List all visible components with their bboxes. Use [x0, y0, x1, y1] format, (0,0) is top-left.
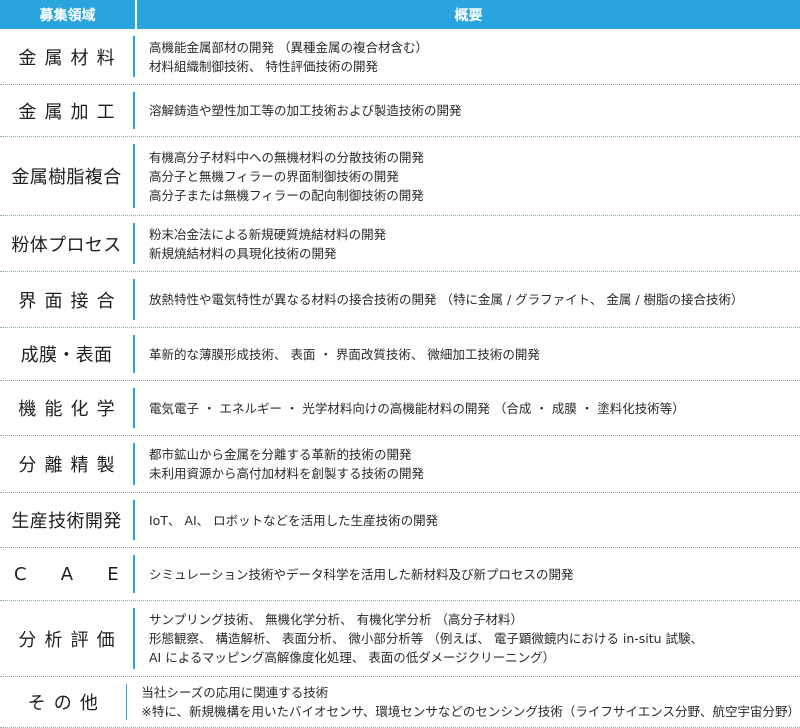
table-row: 金属材料 高機能金属部材の開発 （異種金属の複合材含む） 材料組織制御技術、 特性評… — [0, 29, 800, 85]
table-row: その他 当社シーズの応用に関連する技術 ※特に、新規機構を用いたバイオセンサ、環境セ… — [0, 677, 800, 728]
field-description: シミュレーション技術やデータ科学を活用した新材料及び新プロセスの開発 — [135, 548, 800, 600]
field-name-char: A — [60, 563, 74, 585]
field-description: 高機能金属部材の開発 （異種金属の複合材含む） 材料組織制御技術、 特性評価技術の… — [135, 29, 800, 84]
description-line: AI によるマッピング高解像度化処理、 表面の低ダメージクリーニング） — [149, 650, 556, 665]
header-desc-label: 概要 — [454, 7, 483, 24]
description-line: 溶解鋳造や塑性加工等の加工技術および製造技術の開発 — [149, 103, 462, 118]
description-line: IoT、 AI、 ロボットなどを活用した生産技術の開発 — [149, 512, 439, 528]
field-name-char: C — [14, 563, 27, 585]
field-description: 粉末冶金法による新規硬質焼結材料の開発 新規焼結材料の具現化技術の開発 — [135, 216, 800, 271]
field-name: 成膜・表面 — [20, 345, 113, 366]
field-description: サンプリング技術、 無機化学分析、 有機化学分析 （高分子材料） 形態観察、 構造… — [135, 601, 800, 676]
table-row: C A E シミュレーション技術やデータ科学を活用した新材料及び新プロセスの開発 — [0, 548, 800, 601]
description-line: 粉末冶金法による新規硬質焼結材料の開発 — [149, 226, 387, 242]
field-name: CAE — [0, 548, 133, 600]
table-header: 募集領域 概要 — [0, 0, 800, 29]
field-name: 分析評価 — [18, 629, 123, 651]
description-line: ※特に、新規機構を用いたバイオセンサ、環境センサなどのセンシング技術（ライフサイ… — [141, 704, 800, 719]
description-line: シミュレーション技術やデータ科学を活用した新材料及び新プロセスの開発 — [149, 566, 574, 582]
field-description: 革新的な薄膜形成技術、 表面 ・ 界面改質技術、 微細加工技術の開発 — [135, 328, 800, 380]
table-row: 界面接合 放熱特性や電気特性が異なる材料の接合技術の開発 （特に金属 / グラファ… — [0, 272, 800, 328]
field-name: その他 — [27, 693, 106, 714]
table-row: 生産技術開発 IoT、 AI、 ロボットなどを活用した生産技術の開発 — [0, 493, 800, 548]
table-row: 分析評価 サンプリング技術、 無機化学分析、 有機化学分析 （高分子材料） 形態観察… — [0, 601, 800, 677]
header-field-label: 募集領域 — [39, 7, 96, 24]
field-description: 電気電子 ・ エネルギー ・ 光学材料向けの高機能材料の開発 （合成 ・ 成膜 … — [135, 381, 800, 435]
description-line: 未利用資源から高付加材料を創製する技術の開発 — [149, 466, 425, 481]
field-name: 機能化学 — [18, 399, 123, 420]
description-line: 形態観察、 構造解析、 表面分析、 微小部分析等 （例えば、 電子顕微鏡内におけ… — [149, 631, 704, 646]
description-line: 高分子と無機フィラーの界面制御技術の開発 — [149, 168, 399, 184]
description-line: 材料組織制御技術、 特性評価技術の開発 — [149, 58, 378, 74]
table-row: 金属加工 溶解鋳造や塑性加工等の加工技術および製造技術の開発 — [0, 85, 800, 137]
field-description: 放熱特性や電気特性が異なる材料の接合技術の開発 （特に金属 / グラファイト、 … — [135, 272, 800, 327]
field-name: 金属加工 — [18, 101, 123, 123]
table-row: 金属樹脂複合 有機高分子材料中への無機材料の分散技術の開発 高分子と無機フィラーの界… — [0, 137, 800, 216]
table-row: 機能化学 電気電子 ・ エネルギー ・ 光学材料向けの高機能材料の開発 （合成 ・… — [0, 381, 800, 436]
field-name: 分離精製 — [18, 455, 123, 476]
description-line: 高機能金属部材の開発 （異種金属の複合材含む） — [149, 39, 428, 55]
field-description: 都市鉱山から金属を分離する革新的技術の開発 未利用資源から高付加材料を創製する技術… — [135, 436, 800, 492]
description-line: 新規焼結材料の具現化技術の開発 — [149, 245, 337, 261]
table-row: 成膜・表面 革新的な薄膜形成技術、 表面 ・ 界面改質技術、 微細加工技術の開発 — [0, 328, 800, 381]
description-line: サンプリング技術、 無機化学分析、 有機化学分析 （高分子材料） — [149, 612, 524, 627]
description-line: 高分子または無機フィラーの配向制御技術の開発 — [149, 187, 424, 203]
table-row: 分離精製 都市鉱山から金属を分離する革新的技術の開発 未利用資源から高付加材料を創製… — [0, 436, 800, 493]
field-name-char: E — [107, 563, 119, 585]
description-line: 放熱特性や電気特性が異なる材料の接合技術の開発 （特に金属 / グラファイト、 … — [149, 292, 744, 307]
table-row: 粉体プロセス 粉末冶金法による新規硬質焼結材料の開発 新規焼結材料の具現化技術の開発 — [0, 216, 800, 272]
field-name: 界面接合 — [18, 290, 123, 312]
description-line: 有機高分子材料中への無機材料の分散技術の開発 — [149, 149, 425, 165]
field-description: 溶解鋳造や塑性加工等の加工技術および製造技術の開発 — [135, 85, 800, 136]
description-line: 都市鉱山から金属を分離する革新的技術の開発 — [149, 447, 412, 462]
recruitment-table: 募集領域 概要 金属材料 高機能金属部材の開発 （異種金属の複合材含む） 材料組織制… — [0, 0, 800, 728]
field-description: 当社シーズの応用に関連する技術 ※特に、新規機構を用いたバイオセンサ、環境センサな… — [127, 677, 800, 727]
field-name: 金属材料 — [18, 47, 123, 69]
table-body: 金属材料 高機能金属部材の開発 （異種金属の複合材含む） 材料組織制御技術、 特性評… — [0, 29, 800, 728]
description-line: 電気電子 ・ エネルギー ・ 光学材料向けの高機能材料の開発 （合成 ・ 成膜 … — [149, 400, 685, 416]
description-line: 当社シーズの応用に関連する技術 — [141, 685, 329, 700]
field-name: 粉体プロセス — [11, 234, 122, 256]
field-name: 生産技術開発 — [11, 511, 122, 532]
field-description: IoT、 AI、 ロボットなどを活用した生産技術の開発 — [135, 493, 800, 547]
field-name: 金属樹脂複合 — [11, 167, 122, 188]
description-line: 革新的な薄膜形成技術、 表面 ・ 界面改質技術、 微細加工技術の開発 — [149, 346, 540, 362]
field-description: 有機高分子材料中への無機材料の分散技術の開発 高分子と無機フィラーの界面制御技術の… — [135, 137, 800, 215]
